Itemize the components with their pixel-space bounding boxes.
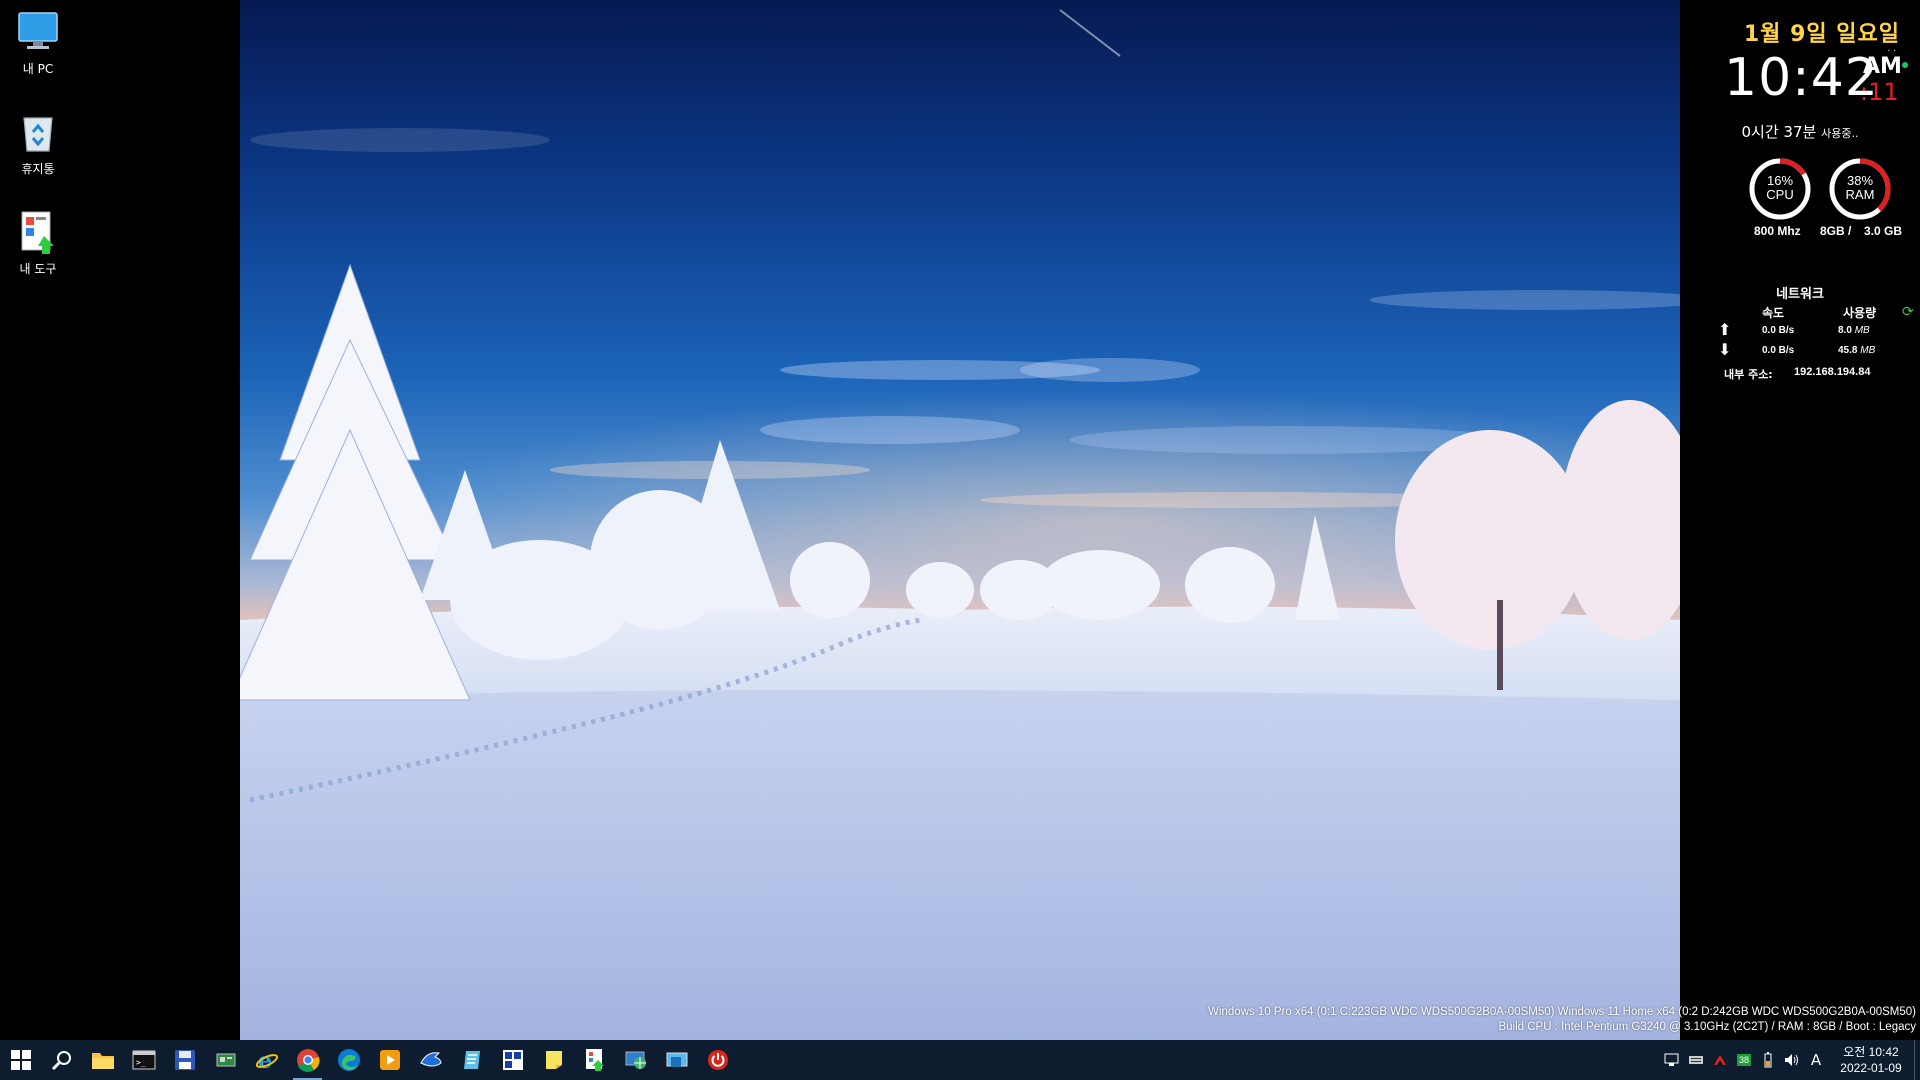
shark-app-icon	[419, 1052, 442, 1067]
notes-app-icon	[463, 1051, 480, 1069]
taskbar-internet-explorer[interactable]: e	[246, 1040, 287, 1080]
desktop-icon-my-tools[interactable]: 내 도구	[8, 210, 68, 277]
taskbar-shark-app[interactable]	[410, 1040, 451, 1080]
taskbar-save-app[interactable]	[164, 1040, 205, 1080]
desktop-icon-label: 내 PC	[22, 62, 54, 76]
upload-arrow-icon: ⬆	[1718, 320, 1732, 339]
ip-address: 192.168.194.84	[1794, 366, 1871, 378]
chrome-icon	[296, 1049, 320, 1072]
installer-icon	[585, 1049, 604, 1071]
puzzle-app-icon	[502, 1050, 523, 1070]
widget-date: 1월 9일 일요일	[1743, 22, 1900, 47]
windows-start-icon	[10, 1050, 31, 1070]
network-usage-header: 사용량	[1843, 306, 1877, 320]
desktop-icon-recycle-bin[interactable]: 휴지통	[8, 110, 68, 177]
system-tray: 16% 38 A 오전 10:42 2022-01-09	[1660, 1040, 1920, 1080]
widget-ampm: AM	[1863, 54, 1902, 79]
network-globe-icon	[625, 1051, 646, 1069]
svg-text:>_: >_	[136, 1058, 146, 1067]
refresh-icon[interactable]: ⟳	[1902, 304, 1914, 320]
network-tray-icon[interactable]	[1660, 1040, 1684, 1080]
taskbar-chrome[interactable]	[287, 1040, 328, 1080]
taskbar-network-globe[interactable]	[615, 1040, 656, 1080]
taskbar-clock-time: 오전 10:42	[1843, 1045, 1899, 1059]
sticky-note-icon	[545, 1051, 562, 1069]
taskbar-edge[interactable]	[328, 1040, 369, 1080]
cpu-label: CPU	[1766, 187, 1794, 202]
edge-icon	[337, 1049, 360, 1071]
uptime-value: 0시간 37분	[1741, 123, 1817, 141]
start-button[interactable]	[0, 1040, 41, 1080]
network-title: 네트워크	[1776, 287, 1824, 302]
download-speed: 0.0 B/s	[1762, 345, 1795, 356]
status-dot	[1902, 62, 1908, 68]
battery-tray-icon[interactable]	[1756, 1040, 1780, 1080]
taskbar-file-explorer[interactable]	[82, 1040, 123, 1080]
ime-indicator[interactable]: A	[1804, 1040, 1828, 1080]
media-player-icon	[379, 1050, 400, 1070]
cpu-gauge: 16% CPU	[1747, 156, 1813, 222]
remote-desktop-icon	[666, 1052, 687, 1067]
floppy-save-icon	[174, 1050, 195, 1070]
widget-uptime: 0시간 37분 사용중..	[1680, 121, 1920, 142]
taskbar-notes-app[interactable]	[451, 1040, 492, 1080]
cpu-frequency: 800 Mhz	[1754, 224, 1801, 238]
taskbar-hardware-info[interactable]	[205, 1040, 246, 1080]
volume-tray-icon[interactable]	[1780, 1040, 1804, 1080]
taskbar-power[interactable]	[697, 1040, 738, 1080]
ip-label: 내부 주소:	[1724, 368, 1773, 381]
desktop-icon-label: 내 도구	[19, 262, 57, 276]
desktop-icon-label: 휴지통	[21, 162, 55, 176]
download-arrow-icon: ⬇	[1718, 340, 1732, 359]
ram-gauge: 38% RAM	[1827, 156, 1893, 222]
uptime-suffix: 사용중..	[1821, 127, 1859, 140]
internet-explorer-icon: e	[255, 1048, 278, 1072]
battery-badge-tray-icon[interactable]: 16% 38	[1732, 1040, 1756, 1080]
ram-used: 3.0 GB	[1864, 224, 1903, 238]
network-speed-header: 속도	[1762, 306, 1785, 320]
desktop-icon-my-pc[interactable]: 내 PC	[8, 10, 68, 77]
widget-time: 10:42	[1724, 48, 1879, 108]
taskbar-puzzle-app[interactable]	[492, 1040, 533, 1080]
taskbar-sticky-note[interactable]	[533, 1040, 574, 1080]
ram-label: RAM	[1845, 187, 1875, 202]
taskbar-clock[interactable]: 오전 10:42 2022-01-09	[1828, 1044, 1914, 1076]
download-usage: 45.8 MB	[1838, 345, 1876, 356]
taskbar-terminal[interactable]: >_	[123, 1040, 164, 1080]
sysinfo-line-hardware: Build CPU : Intel Pentium G3240 @ 3.10GH…	[1498, 1021, 1916, 1033]
search-button[interactable]	[41, 1040, 82, 1080]
widget-dots: . .	[1887, 44, 1896, 54]
file-explorer-icon	[91, 1053, 114, 1069]
ram-total: 8GB /	[1820, 224, 1852, 238]
taskbar-clock-date: 2022-01-09	[1840, 1061, 1902, 1075]
upload-usage: 8.0 MB	[1838, 325, 1870, 336]
sysinfo-line-os: Windows 10 Pro x64 (0:1 C:223GB WDC WDS5…	[1208, 1006, 1916, 1018]
tray-badge-number: 38	[1736, 1054, 1751, 1066]
taskbar-remote-desktop[interactable]	[656, 1040, 697, 1080]
taskbar-media-player[interactable]	[369, 1040, 410, 1080]
ram-percent: 38%	[1846, 173, 1874, 188]
hardware-info-icon	[216, 1053, 235, 1067]
system-monitor-widget: 1월 9일 일요일 . . 10:42 AM :11 0시간 37분 사용중..…	[1680, 0, 1920, 1040]
taskbar-installer[interactable]	[574, 1040, 615, 1080]
desktop-wallpaper	[240, 0, 1680, 1040]
widget-seconds: :11	[1860, 78, 1899, 106]
upload-speed: 0.0 B/s	[1762, 325, 1795, 336]
show-desktop-button[interactable]	[1914, 1040, 1920, 1080]
keyboard-tray-icon[interactable]	[1684, 1040, 1708, 1080]
taskbar: >_ e 38 A 오전 10:42 2022-01-09	[0, 1040, 1920, 1080]
cpu-percent: 16%	[1766, 173, 1794, 188]
recycle-bin-icon	[16, 110, 60, 154]
tools-icon	[16, 210, 60, 254]
antivirus-tray-icon[interactable]	[1708, 1040, 1732, 1080]
power-icon	[707, 1050, 728, 1070]
monitor-icon	[16, 10, 60, 54]
terminal-icon: >_	[132, 1050, 155, 1070]
search-icon	[51, 1051, 71, 1071]
